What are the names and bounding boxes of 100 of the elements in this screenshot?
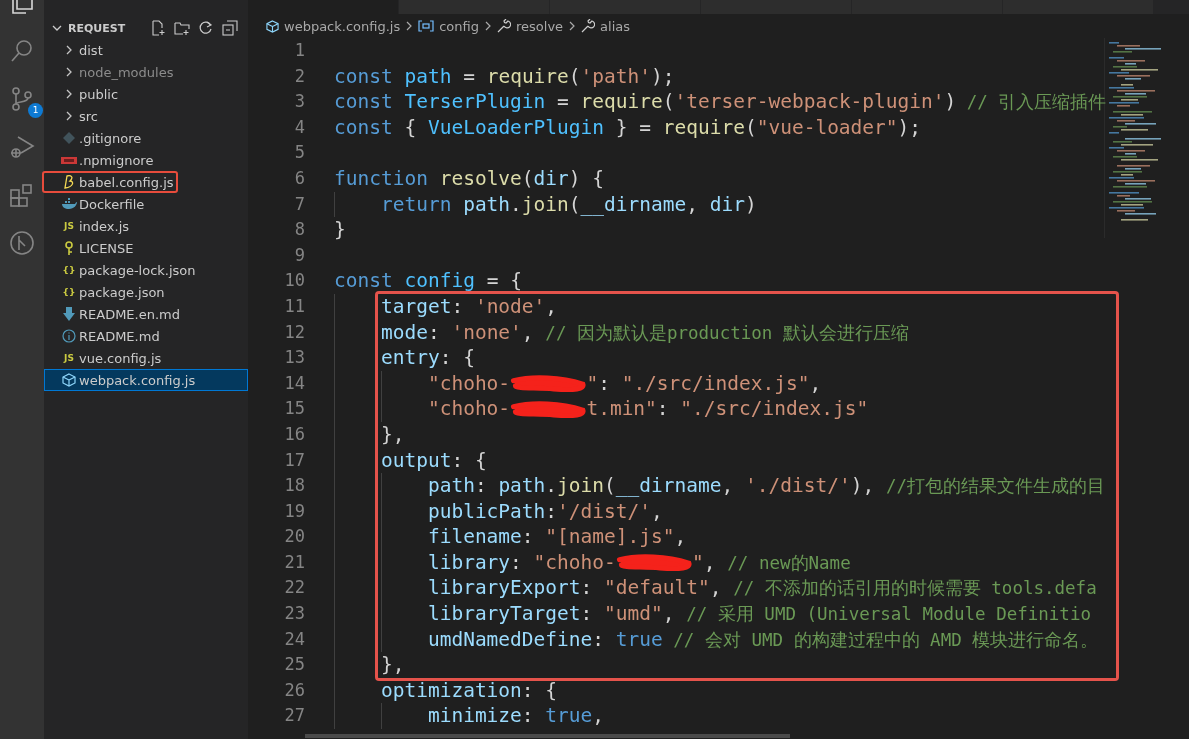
punctuation: : (521, 525, 535, 549)
file-tree-item[interactable]: public (44, 83, 248, 105)
punctuation: : (598, 371, 611, 395)
identifier: library (426, 550, 511, 574)
line-number: 8 (293, 218, 305, 242)
file-tree-item[interactable]: Dockerfile (44, 193, 248, 215)
punctuation: . (510, 192, 522, 216)
string-literal: "choho- (426, 371, 511, 395)
file-tree-item[interactable]: JS vue.config.js (44, 347, 248, 369)
punctuation: }, (379, 422, 405, 446)
keyword: const (334, 115, 394, 139)
file-tree-item[interactable]: webpack.config.js (44, 369, 248, 391)
punctuation: , (709, 576, 723, 600)
keyword: true (615, 627, 663, 651)
string-literal: "umd" (604, 602, 663, 626)
function-name: require (580, 90, 663, 114)
function-name: resolve (439, 166, 522, 190)
new-folder-icon[interactable] (174, 20, 190, 36)
new-file-icon[interactable] (150, 20, 166, 36)
string-literal: "choho- (533, 550, 616, 574)
line-number: 7 (293, 192, 305, 216)
punctuation: } (334, 218, 346, 242)
keyword: true (545, 704, 593, 728)
string-literal: " (692, 550, 704, 574)
punctuation: ) { (568, 166, 605, 190)
horizontal-scrollbar[interactable] (305, 734, 790, 738)
punctuation: , (662, 602, 676, 626)
punctuation: = { (485, 269, 522, 293)
keyword: const (334, 90, 394, 114)
line-number: 25 (283, 653, 305, 677)
whale-icon (61, 198, 77, 210)
identifier: mode (379, 320, 428, 344)
line-number: 26 (283, 678, 305, 702)
punctuation: ( (568, 192, 581, 216)
punctuation: : { (451, 448, 487, 472)
keyword: const (334, 64, 394, 88)
explorer-section-title[interactable]: REQUEST (68, 21, 144, 35)
identifier: path (498, 474, 546, 498)
constant-name: VueLoaderPlugin (427, 115, 605, 139)
file-tree-item[interactable]: README.md (44, 325, 248, 347)
extensions-icon[interactable] (9, 182, 35, 208)
file-tree-item[interactable]: LICENSE (44, 237, 248, 259)
line-number: 22 (283, 576, 305, 600)
line-number: 21 (283, 550, 305, 574)
search-icon[interactable] (9, 38, 35, 64)
line-number: 20 (283, 525, 305, 549)
string-literal: 'node' (474, 294, 546, 318)
code-comment: // 不添加的话引用的时候需要 tools.defa (733, 578, 1097, 599)
file-tree-item[interactable]: node_modules (44, 61, 248, 83)
file-tree-item[interactable]: babel.config.js (44, 171, 248, 193)
line-number: 24 (283, 627, 305, 651)
breadcrumb-item[interactable]: resolve (516, 18, 564, 34)
string-literal: t.min" (586, 397, 657, 421)
file-tree-item[interactable]: {} package-lock.json (44, 259, 248, 281)
line-number: 13 (283, 346, 305, 370)
punctuation: ( (662, 90, 675, 114)
breadcrumb-item[interactable]: config (439, 18, 479, 34)
punctuation: , (686, 192, 699, 216)
punctuation: ( (568, 64, 581, 88)
breadcrumb-item[interactable]: alias (600, 18, 631, 34)
file-tree-item[interactable]: {} package.json (44, 281, 248, 303)
punctuation: : (451, 294, 465, 318)
file-tree-item[interactable]: src (44, 105, 248, 127)
punctuation: : (510, 550, 523, 574)
identifier: libraryExport (426, 576, 581, 600)
punctuation: , (809, 371, 822, 395)
line-number: 6 (293, 166, 305, 190)
punctuation: , (545, 294, 558, 318)
string-literal: './dist/' (744, 474, 851, 498)
punctuation: , (521, 320, 535, 344)
string-literal: "[name].js" (545, 525, 675, 549)
identifier: umdNamedDefine (426, 627, 593, 651)
collapse-all-icon[interactable] (222, 20, 238, 36)
punctuation: , (721, 474, 735, 498)
punctuation: . (545, 474, 558, 498)
chevron-icon[interactable] (52, 23, 62, 33)
file-tree-item[interactable]: README.en.md (44, 303, 248, 325)
string-literal: " (586, 371, 599, 395)
line-number: 23 (283, 602, 305, 626)
line-number: 3 (293, 90, 305, 114)
file-tree-item[interactable]: JS index.js (44, 215, 248, 237)
file-tree-item[interactable]: dist (44, 39, 248, 61)
constant-name: TerserPlugin (404, 90, 546, 114)
key-icon (64, 240, 74, 256)
source-control-icon[interactable] (9, 86, 35, 112)
string-literal: 'path' (580, 64, 652, 88)
breadcrumb-item[interactable]: webpack.config.js (284, 18, 401, 34)
refresh-icon[interactable] (198, 20, 214, 36)
punctuation: : (580, 576, 594, 600)
line-number: 9 (293, 243, 305, 267)
line-number: 10 (283, 269, 305, 293)
file-tree-item[interactable]: .npmignore (44, 149, 248, 171)
code-comment: // 因为默认是production 默认会进行压缩 (545, 322, 909, 343)
file-tree-item[interactable]: .gitignore (44, 127, 248, 149)
punctuation: ); (897, 115, 922, 139)
run-debug-icon[interactable] (9, 134, 35, 160)
chevron-icon (484, 21, 492, 31)
remote-icon[interactable] (9, 230, 35, 256)
variable-icon (418, 20, 435, 32)
keyword: const (334, 269, 394, 293)
